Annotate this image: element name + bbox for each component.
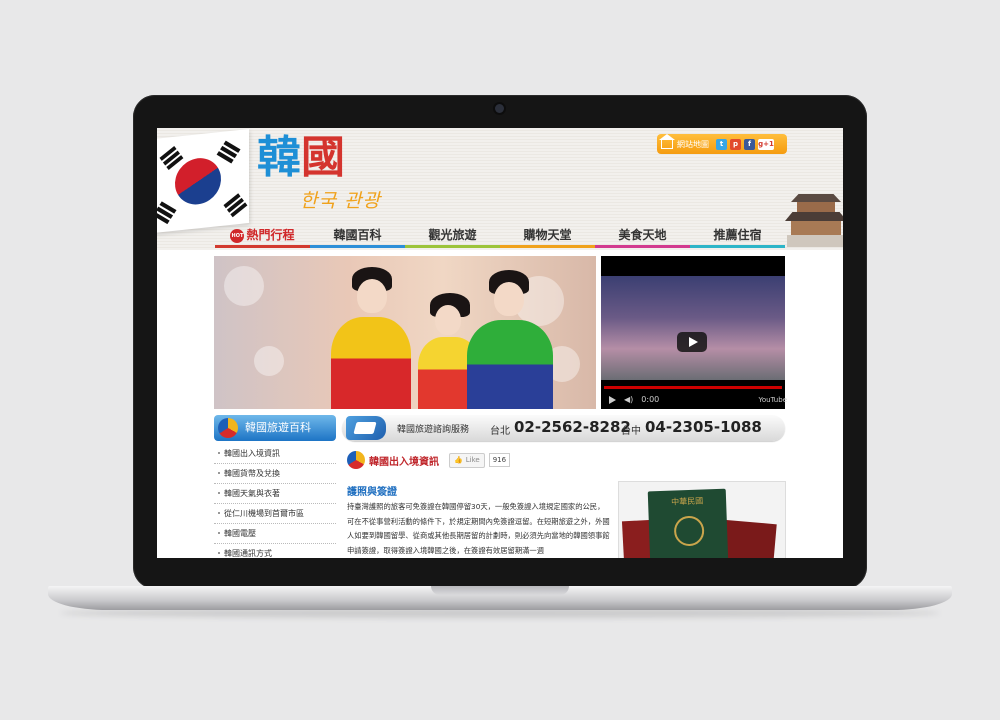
like-count: 916 xyxy=(488,453,511,467)
camera-icon xyxy=(495,104,504,113)
utility-bar: 網站地圖 t p f g+1 xyxy=(657,133,787,154)
logo-char-1: 韓 xyxy=(257,132,301,183)
dancer-figure xyxy=(326,259,416,409)
logo-char-2: 國 xyxy=(301,132,345,183)
phone-taipei[interactable]: 02-2562-8282 xyxy=(514,418,631,436)
dancer-face xyxy=(357,279,387,313)
service-icon xyxy=(346,416,386,440)
service-label: 韓國旅遊諮詢服務 xyxy=(397,425,470,435)
video-player[interactable]: ◀) 0:00 YouTube xyxy=(601,256,787,409)
nav-item-encyclopedia[interactable]: 韓國百科 xyxy=(310,226,405,248)
nav-item-lodging[interactable]: 推薦住宿 xyxy=(690,226,785,248)
korean-flag-image xyxy=(157,128,249,234)
taegeuk-icon xyxy=(218,418,238,438)
trigram xyxy=(223,140,241,153)
sidebar-item-currency[interactable]: 韓國貨幣及兌換 xyxy=(214,464,336,484)
palace-base xyxy=(787,235,843,247)
sidebar-item-airport-transfer[interactable]: 從仁川機場到首爾市區 xyxy=(214,504,336,524)
home-icon[interactable] xyxy=(659,133,675,149)
plurk-icon[interactable]: p xyxy=(730,138,741,150)
play-button-icon[interactable] xyxy=(677,332,707,352)
trigram xyxy=(159,146,177,161)
section-title: 韓國出入境資訊 xyxy=(369,456,439,468)
sidebar-item-weather[interactable]: 韓國天氣與衣著 xyxy=(214,484,336,504)
site-logo[interactable]: 韓國 xyxy=(257,136,345,180)
thumbs-up-icon: 👍 xyxy=(454,456,463,464)
youtube-logo[interactable]: YouTube xyxy=(759,396,787,404)
volume-icon[interactable]: ◀) xyxy=(624,395,633,404)
dancer-face xyxy=(494,282,524,316)
sidebar-list: 韓國出入境資訊 韓國貨幣及兌換 韓國天氣與衣著 從仁川機場到首爾市區 韓國電壓 … xyxy=(214,444,336,558)
article-body: 持臺灣護照的旅客可免簽證在韓國停留30天，一般免簽證入境規定國家的公民，可在不從… xyxy=(347,502,610,555)
video-controls: ◀) 0:00 YouTube xyxy=(601,390,793,409)
video-thumbnail xyxy=(601,276,785,380)
main-nav: HOT 熱門行程 韓國百科 觀光旅遊 購物天堂 美食天地 推薦住宿 xyxy=(215,226,785,248)
play-icon[interactable] xyxy=(609,395,616,404)
facebook-icon[interactable]: f xyxy=(744,138,755,150)
passport-green: 中華民國 xyxy=(647,488,729,558)
trigram xyxy=(223,193,241,209)
nav-item-hot-tours[interactable]: HOT 熱門行程 xyxy=(215,226,310,248)
service-hotline-bar: 韓國旅遊諮詢服務 台北 02-2562-8282 台中 04-2305-1088 xyxy=(342,415,785,441)
sidebar-title: 韓國旅遊百科 xyxy=(214,415,336,441)
video-progress-bar[interactable] xyxy=(604,386,782,389)
sidebar-item-telecom[interactable]: 韓國通訊方式 xyxy=(214,544,336,558)
nav-label: 熱門行程 xyxy=(246,228,295,242)
google-plus-icon[interactable]: g+1 xyxy=(758,138,774,150)
logo-korean-text: 한국 관광 xyxy=(300,190,381,212)
nav-item-sightseeing[interactable]: 觀光旅遊 xyxy=(405,226,500,248)
palace-roof xyxy=(791,194,841,202)
palace-roof xyxy=(785,212,843,221)
taegeuk-symbol xyxy=(166,149,230,214)
laptop-notch xyxy=(431,586,569,595)
city-taipei: 台北 xyxy=(490,426,510,437)
taegeuk-icon xyxy=(347,451,365,469)
bokeh xyxy=(254,346,284,376)
video-time: 0:00 xyxy=(641,395,660,404)
palace-illustration xyxy=(785,186,843,248)
trigram xyxy=(159,201,177,214)
passport-red xyxy=(721,519,777,558)
passport-emblem-icon xyxy=(673,515,705,547)
dancer-hanbok xyxy=(331,317,411,409)
phone-taichung[interactable]: 04-2305-1088 xyxy=(645,418,762,436)
hero-banner-image[interactable] xyxy=(214,256,596,409)
sidebar-item-entry-info[interactable]: 韓國出入境資訊 xyxy=(214,444,336,464)
like-button[interactable]: 👍 Like xyxy=(449,452,485,468)
hot-badge: HOT xyxy=(230,228,245,243)
nav-item-shopping[interactable]: 購物天堂 xyxy=(500,226,595,248)
dancer-face xyxy=(435,305,461,335)
sidebar-item-voltage[interactable]: 韓國電壓 xyxy=(214,524,336,544)
like-label: Like xyxy=(465,456,480,464)
twitter-icon[interactable]: t xyxy=(716,138,727,150)
sitemap-link[interactable]: 網站地圖 xyxy=(677,139,709,150)
dancer-hanbok xyxy=(467,320,553,409)
dancer-figure xyxy=(459,264,559,409)
city-taichung: 台中 xyxy=(621,426,641,437)
section-header: 韓國出入境資訊 👍 Like 916 xyxy=(347,451,511,469)
browser-viewport: 韓國 한국 관광 網站地圖 t p f g+1 HOT 熱門行程 韓國百科 觀光旅… xyxy=(157,128,843,558)
passport-photo: 中華民國 xyxy=(618,481,786,558)
sidebar-title-text: 韓國旅遊百科 xyxy=(245,421,311,434)
nav-item-food[interactable]: 美食天地 xyxy=(595,226,690,248)
passport-caption: 中華民國 xyxy=(670,496,704,507)
article-subtitle: 護照與簽證 xyxy=(347,487,397,498)
palace-lower xyxy=(791,221,841,235)
site-header: 韓國 한국 관광 網站地圖 t p f g+1 HOT 熱門行程 韓國百科 觀光旅… xyxy=(157,128,843,250)
bokeh xyxy=(224,266,264,306)
palace-upper xyxy=(797,202,835,212)
